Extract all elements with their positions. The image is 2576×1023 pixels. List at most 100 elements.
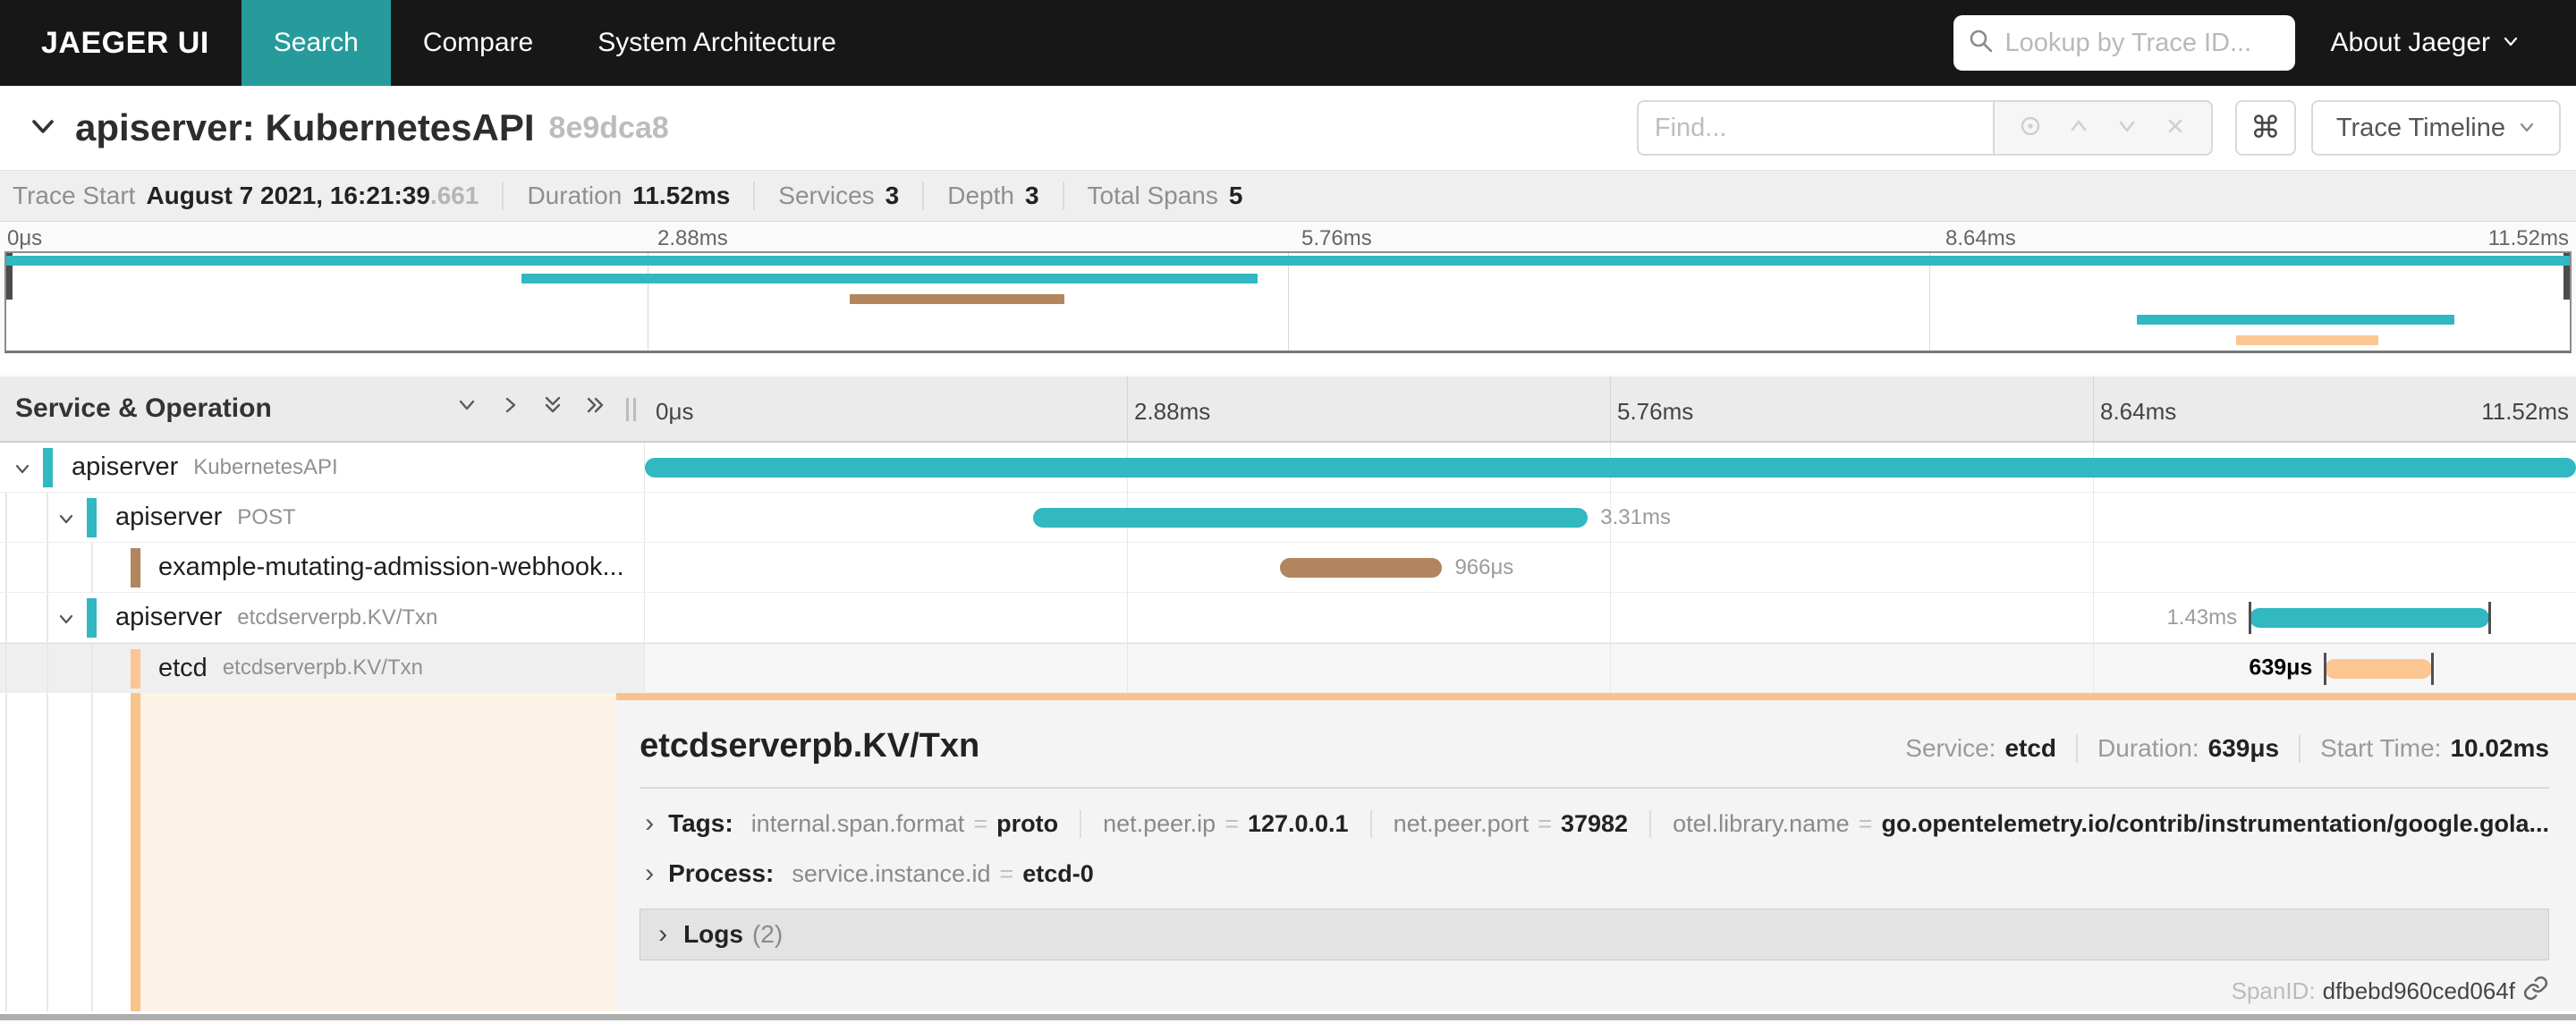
span-rows: apiserver KubernetesAPI apiserver POST 3… bbox=[0, 443, 2576, 693]
trace-lookup-input[interactable] bbox=[2004, 28, 2281, 58]
service-color-strip bbox=[131, 548, 140, 588]
chevron-down-icon[interactable] bbox=[55, 608, 77, 634]
service-color-strip bbox=[87, 598, 97, 638]
nav-tab-search[interactable]: Search bbox=[241, 0, 391, 86]
tag-item: otel.library.name = go.opentelemetry.io/co… bbox=[1649, 810, 2549, 838]
timeline-gridline bbox=[2093, 376, 2094, 441]
timeline-minimap[interactable] bbox=[4, 251, 2572, 353]
command-icon: ⌘ bbox=[2250, 111, 2281, 145]
span-detail-zone: etcdserverpb.KV/Txn Service: etcd Duratio… bbox=[0, 693, 2576, 1011]
search-icon bbox=[1968, 28, 1995, 59]
tag-item: net.peer.ip = 127.0.0.1 bbox=[1080, 810, 1349, 838]
chevron-right-icon[interactable]: › bbox=[645, 808, 654, 839]
span-boundary-tick bbox=[2488, 602, 2492, 634]
find-input[interactable] bbox=[1636, 100, 1993, 156]
span-name-cell[interactable]: apiserver KubernetesAPI bbox=[0, 443, 644, 492]
span-operation-name: KubernetesAPI bbox=[193, 454, 338, 479]
logs-count: (2) bbox=[751, 920, 784, 948]
minimap-span-bar bbox=[521, 274, 1258, 283]
top-nav: JAEGER UI Search Compare System Architec… bbox=[0, 0, 2576, 86]
collapse-all-icon[interactable] bbox=[540, 393, 565, 425]
span-row-webhook[interactable]: example-mutating-admission-webhook... 96… bbox=[0, 543, 2576, 593]
clear-find-icon[interactable] bbox=[2163, 114, 2188, 143]
nav-right: About Jaeger bbox=[1953, 0, 2576, 86]
trace-view-selector-label: Trace Timeline bbox=[2335, 113, 2505, 142]
logs-accordion[interactable]: › Logs (2) bbox=[640, 909, 2549, 960]
span-row-apiserver-kubernetesapi[interactable]: apiserver KubernetesAPI bbox=[0, 443, 2576, 493]
expand-all-icon[interactable] bbox=[583, 393, 608, 425]
span-name-cell[interactable]: etcd etcdserverpb.KV/Txn bbox=[0, 644, 644, 692]
span-timeline-cell[interactable]: 966μs bbox=[644, 543, 2576, 592]
span-duration-bar[interactable] bbox=[645, 458, 2576, 478]
logs-label: Logs bbox=[683, 920, 743, 948]
minimap-gridline bbox=[1928, 253, 1930, 351]
trace-view-selector[interactable]: Trace Timeline bbox=[2310, 100, 2561, 156]
timeline-gridline bbox=[1127, 376, 1128, 441]
minimap-gridline bbox=[1288, 253, 1289, 351]
trace-id-short: 8e9dca8 bbox=[548, 110, 669, 145]
trace-title: apiserver: KubernetesAPI bbox=[75, 106, 535, 148]
about-jaeger-menu[interactable]: About Jaeger bbox=[2331, 28, 2521, 58]
chevron-right-icon: › bbox=[658, 919, 668, 949]
trace-header: apiserver: KubernetesAPI 8e9dca8 Find...… bbox=[0, 86, 2576, 170]
span-boundary-tick bbox=[2431, 653, 2435, 685]
span-name-cell[interactable]: example-mutating-admission-webhook... bbox=[0, 543, 644, 592]
span-timeline-cell[interactable]: 639μs bbox=[644, 644, 2576, 692]
keyboard-shortcuts-button[interactable]: ⌘ bbox=[2234, 100, 2296, 156]
expand-collapse-controls bbox=[454, 393, 608, 425]
tag-item: internal.span.format = proto bbox=[750, 810, 1059, 837]
selected-span-rail bbox=[0, 693, 617, 1011]
nav-tab-compare[interactable]: Compare bbox=[391, 0, 565, 86]
timeline-tick: 0μs bbox=[656, 398, 694, 425]
span-timeline-cell[interactable]: 1.43ms bbox=[644, 593, 2576, 642]
span-duration-bar[interactable] bbox=[1032, 508, 1589, 528]
link-icon[interactable] bbox=[2522, 975, 2549, 1008]
stat-total-spans: Total Spans 5 bbox=[1062, 182, 1242, 210]
span-row-etcd-txn-selected[interactable]: etcd etcdserverpb.KV/Txn 639μs bbox=[0, 643, 2576, 693]
trace-header-controls: ⌘ Trace Timeline bbox=[1636, 100, 2576, 156]
tags-label: Tags: bbox=[668, 809, 733, 837]
minimap-tick: 2.88ms bbox=[657, 226, 728, 250]
tag-item: net.peer.port = 37982 bbox=[1369, 810, 1628, 838]
app-logo[interactable]: JAEGER UI bbox=[41, 0, 209, 86]
about-jaeger-label: About Jaeger bbox=[2330, 28, 2490, 57]
span-duration-bar[interactable] bbox=[1280, 558, 1443, 578]
span-duration-bar[interactable] bbox=[2325, 659, 2433, 679]
tags-row[interactable]: › Tags: internal.span.format = proto net.p… bbox=[640, 808, 2549, 839]
meta-start-time: Start Time: 10.02ms bbox=[2299, 734, 2549, 763]
chevron-down-icon[interactable] bbox=[55, 508, 77, 534]
trace-stats-bar: Trace Start August 7 2021, 16:21:39.661 D… bbox=[0, 170, 2576, 222]
chevron-right-icon[interactable]: › bbox=[645, 858, 654, 889]
focus-match-icon[interactable] bbox=[2018, 114, 2043, 143]
chevron-down-icon bbox=[2501, 28, 2521, 58]
jaeger-trace-page: JAEGER UI Search Compare System Architec… bbox=[0, 0, 2576, 1023]
column-resize-handle[interactable] bbox=[626, 398, 636, 421]
span-service-name: apiserver bbox=[72, 452, 179, 481]
span-timeline-cell[interactable] bbox=[644, 443, 2576, 492]
process-item: service.instance.id = etcd-0 bbox=[792, 860, 1094, 887]
span-duration-label: 1.43ms bbox=[2166, 604, 2238, 630]
span-name-cell[interactable]: apiserver POST bbox=[0, 493, 644, 542]
bottom-divider bbox=[0, 1014, 2576, 1020]
minimap-gap bbox=[0, 353, 2576, 375]
detail-divider bbox=[640, 787, 2549, 789]
process-row[interactable]: › Process: service.instance.id = etcd-0 bbox=[640, 858, 2549, 889]
collapse-trace-chevron-icon[interactable] bbox=[27, 110, 59, 147]
span-duration-bar[interactable] bbox=[2250, 608, 2490, 628]
prev-match-icon[interactable] bbox=[2066, 114, 2091, 143]
timeline-tick: 11.52ms bbox=[2481, 398, 2569, 425]
span-grid-header: Service & Operation 0μs 2.88ms 5.76ms 8.… bbox=[0, 376, 2576, 443]
minimap-tick: 11.52ms bbox=[2487, 226, 2569, 250]
expand-one-icon[interactable] bbox=[497, 393, 522, 425]
span-row-apiserver-post[interactable]: apiserver POST 3.31ms bbox=[0, 493, 2576, 543]
span-row-apiserver-etcd-txn[interactable]: apiserver etcdserverpb.KV/Txn 1.43ms bbox=[0, 593, 2576, 643]
timeline-minimap-section: 0μs 2.88ms 5.76ms 8.64ms 11.52ms bbox=[0, 222, 2576, 376]
next-match-icon[interactable] bbox=[2114, 114, 2140, 143]
minimap-span-bar bbox=[2236, 335, 2379, 345]
chevron-down-icon[interactable] bbox=[12, 458, 33, 484]
span-name-cell[interactable]: apiserver etcdserverpb.KV/Txn bbox=[0, 593, 644, 642]
service-operation-header: Service & Operation bbox=[0, 376, 644, 441]
collapse-one-icon[interactable] bbox=[454, 393, 479, 425]
nav-tab-system-architecture[interactable]: System Architecture bbox=[565, 0, 869, 86]
span-timeline-cell[interactable]: 3.31ms bbox=[644, 493, 2576, 542]
